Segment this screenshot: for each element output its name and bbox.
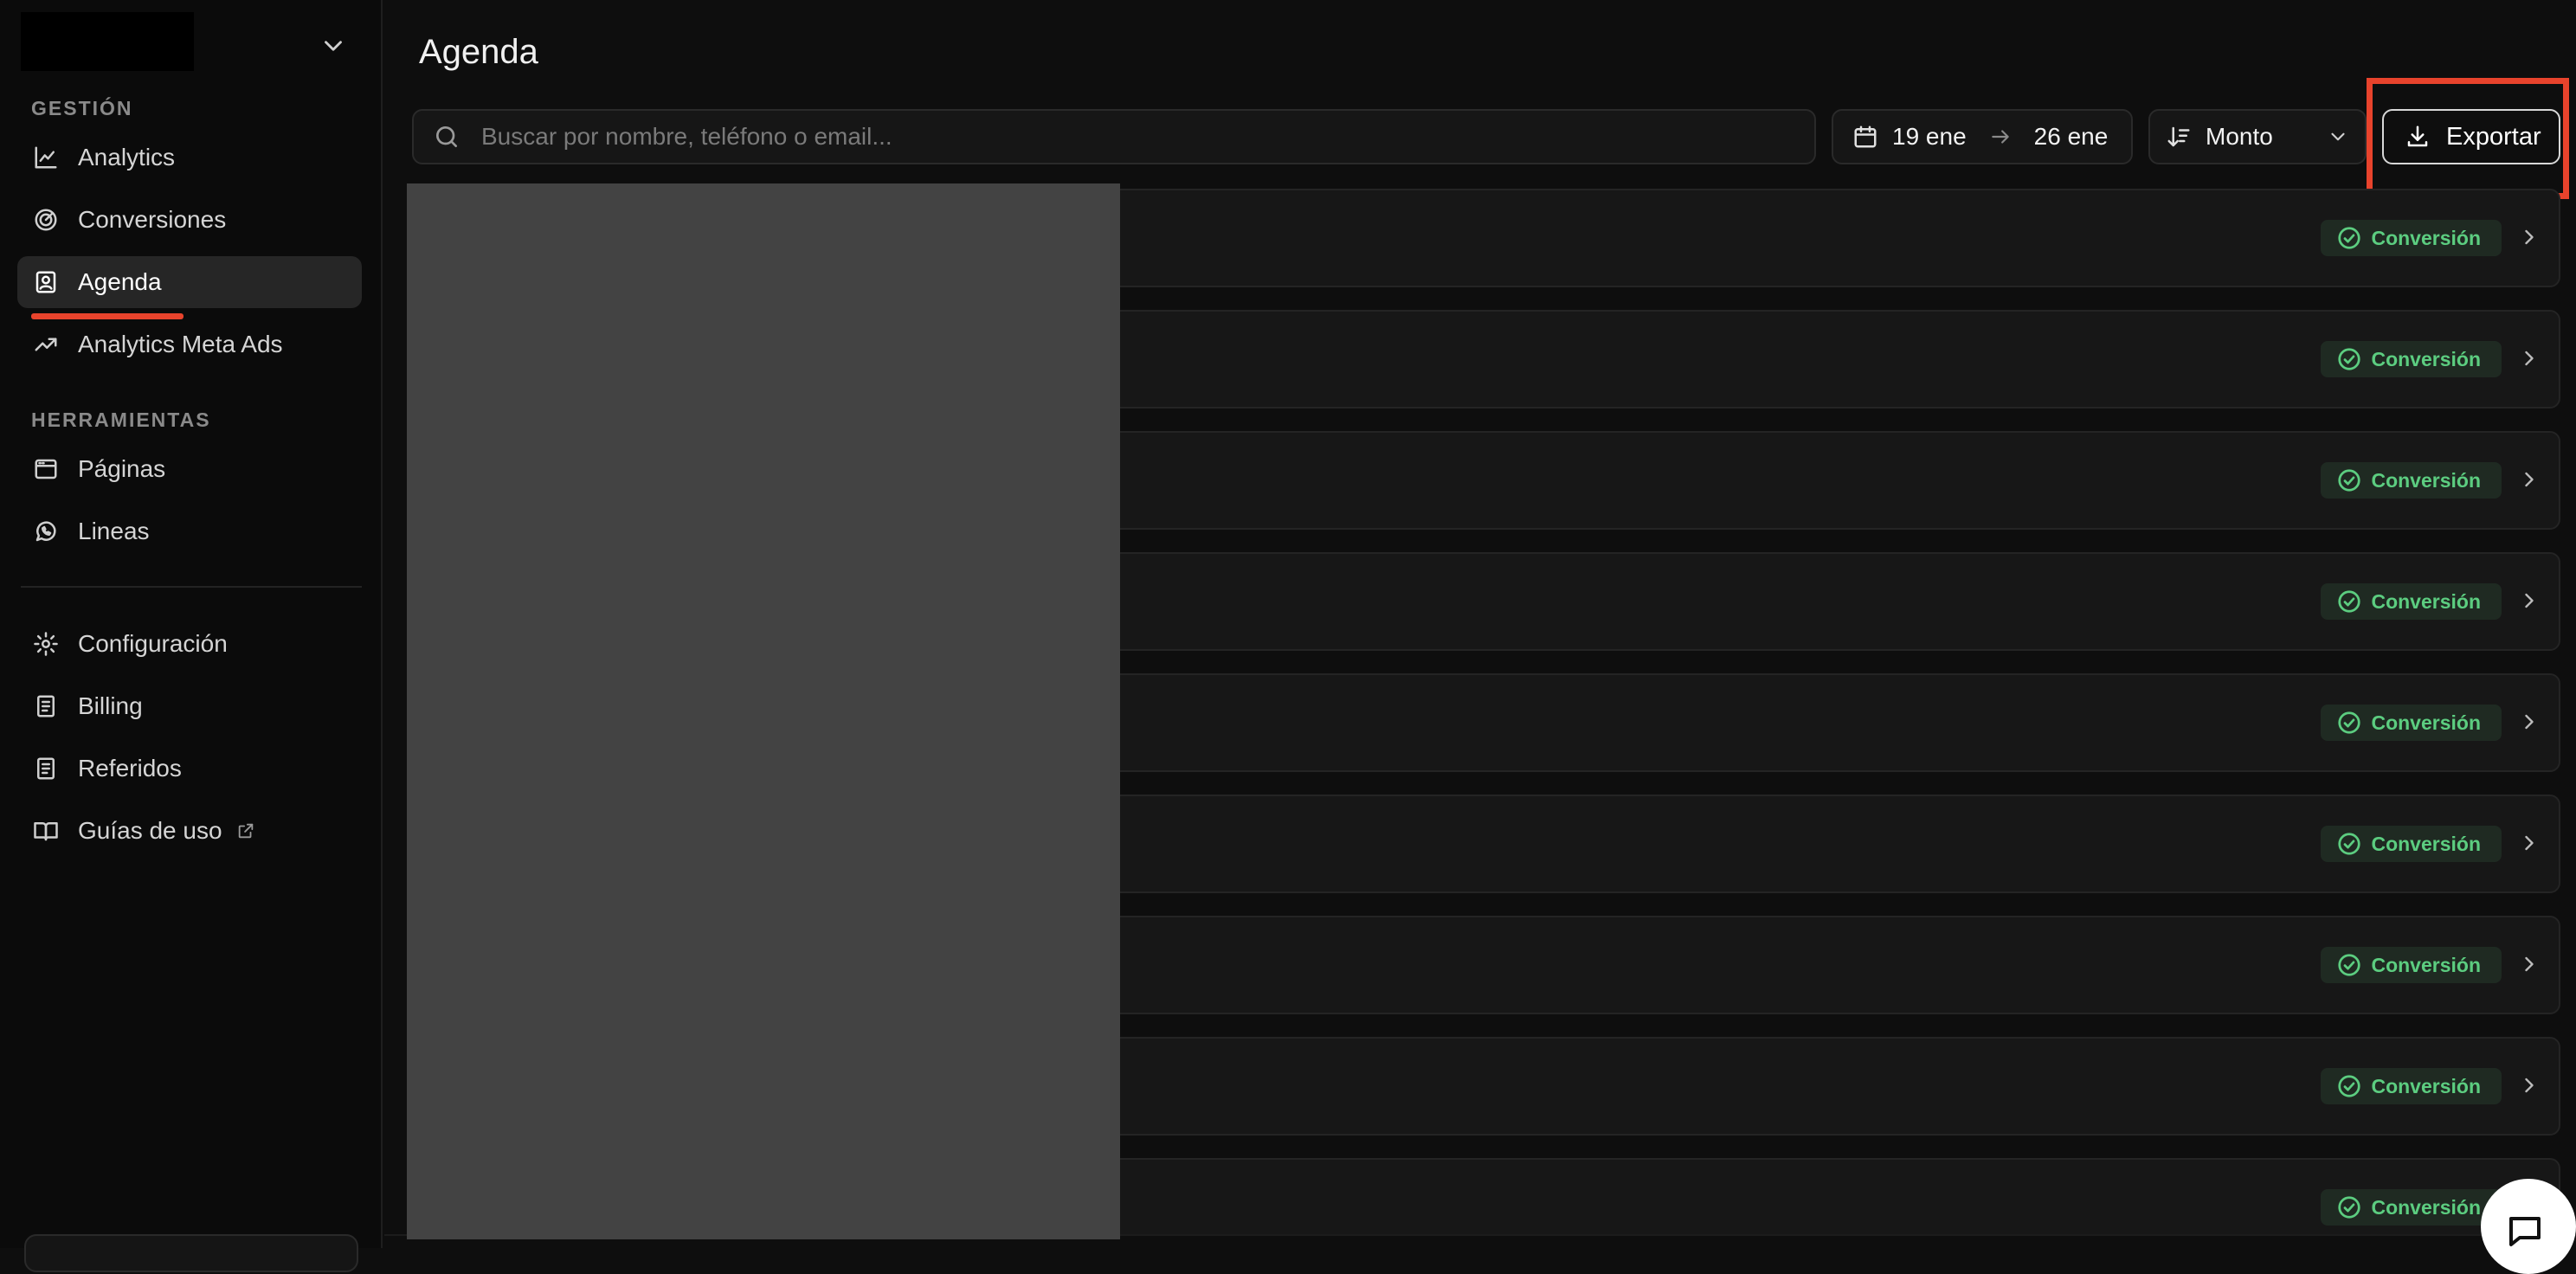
check-circle-icon bbox=[2338, 1196, 2361, 1219]
check-circle-icon bbox=[2338, 348, 2361, 370]
sidebar-item-conversiones[interactable]: Conversiones bbox=[17, 194, 362, 246]
book-icon bbox=[34, 822, 58, 841]
status-badge-label: Conversión bbox=[2371, 468, 2481, 492]
sidebar-item-label: Analytics bbox=[78, 144, 176, 171]
contact-book-icon bbox=[35, 271, 56, 293]
check-circle-icon bbox=[2338, 469, 2361, 492]
sidebar-item-label: Conversiones bbox=[78, 206, 227, 233]
chevron-right-icon bbox=[2525, 593, 2534, 608]
chevron-right-icon bbox=[2525, 714, 2534, 730]
whatsapp-icon bbox=[35, 521, 56, 542]
sidebar-item-agenda[interactable]: Agenda bbox=[17, 256, 362, 308]
status-badge-label: Conversión bbox=[2371, 1195, 2481, 1219]
status-badge: Conversión bbox=[2321, 1189, 2502, 1226]
calendar-icon bbox=[1854, 125, 1877, 148]
search-bar[interactable] bbox=[412, 109, 1816, 164]
chevron-down-icon[interactable] bbox=[319, 31, 348, 61]
status-badge-label: Conversión bbox=[2371, 953, 2481, 976]
chevron-right-icon bbox=[2525, 472, 2534, 487]
status-badge: Conversión bbox=[2321, 462, 2502, 499]
date-to: 26 ene bbox=[2033, 123, 2109, 150]
check-circle-icon bbox=[2338, 954, 2361, 976]
sidebar-item-analytics[interactable]: Analytics bbox=[17, 132, 362, 183]
sidebar-divider bbox=[21, 586, 362, 588]
sidebar-item-lineas[interactable]: Lineas bbox=[17, 505, 362, 557]
chat-bubble-icon bbox=[2509, 1217, 2541, 1246]
sidebar-item-label: Configuración bbox=[78, 630, 228, 657]
gear-icon bbox=[34, 632, 58, 656]
chevron-right-icon bbox=[2525, 229, 2534, 245]
sidebar-item-label: Billing bbox=[78, 692, 143, 719]
chevron-right-icon bbox=[2525, 956, 2534, 972]
status-badge-label: Conversión bbox=[2371, 226, 2481, 249]
receipt-icon bbox=[37, 695, 55, 717]
date-from: 19 ene bbox=[1892, 123, 1967, 150]
chevron-right-icon bbox=[2525, 351, 2534, 366]
sidebar-item-label: Referidos bbox=[78, 755, 182, 782]
check-circle-icon bbox=[2338, 590, 2361, 613]
sidebar-footer-card[interactable] bbox=[24, 1234, 358, 1272]
status-badge: Conversión bbox=[2321, 220, 2502, 256]
sidebar-item-paginas[interactable]: Páginas bbox=[17, 443, 362, 495]
redacted-area bbox=[407, 183, 1120, 1239]
page-title: Agenda bbox=[419, 33, 538, 71]
sidebar-item-guias-de-uso[interactable]: Guías de uso bbox=[17, 805, 362, 857]
search-icon bbox=[435, 126, 457, 147]
sidebar-item-label: Analytics Meta Ads bbox=[78, 331, 283, 357]
status-badge-label: Conversión bbox=[2371, 1074, 2481, 1097]
sidebar-item-billing[interactable]: Billing bbox=[17, 680, 362, 732]
browser-window-icon bbox=[35, 459, 57, 479]
chat-button[interactable] bbox=[2481, 1179, 2576, 1274]
section-label-gestion: GESTIÓN bbox=[31, 97, 133, 119]
sidebar-item-label: Páginas bbox=[78, 455, 166, 482]
sort-descending-icon bbox=[2167, 126, 2190, 147]
sidebar-item-analytics-meta-ads[interactable]: Analytics Meta Ads bbox=[17, 318, 362, 370]
annotation-highlight-box bbox=[2367, 78, 2569, 199]
receipt-icon bbox=[37, 757, 55, 780]
search-input[interactable] bbox=[480, 122, 1814, 151]
date-range-picker[interactable]: 19 ene 26 ene bbox=[1832, 109, 2133, 164]
chevron-down-icon bbox=[2331, 132, 2345, 141]
section-label-herramientas: HERRAMIENTAS bbox=[31, 409, 211, 431]
status-badge: Conversión bbox=[2321, 341, 2502, 377]
sidebar-item-label: Agenda bbox=[78, 268, 162, 295]
sidebar-item-label: Lineas bbox=[78, 518, 150, 544]
status-badge-label: Conversión bbox=[2371, 589, 2481, 613]
sort-select[interactable]: Monto bbox=[2148, 109, 2367, 164]
external-link-icon bbox=[238, 823, 253, 839]
chevron-right-icon bbox=[2525, 835, 2534, 851]
organization-logo-redacted[interactable] bbox=[21, 12, 194, 71]
line-chart-icon bbox=[35, 146, 57, 169]
status-badge: Conversión bbox=[2321, 1068, 2502, 1104]
check-circle-icon bbox=[2338, 1075, 2361, 1097]
sidebar-item-configuracion[interactable]: Configuración bbox=[17, 618, 362, 670]
status-badge: Conversión bbox=[2321, 947, 2502, 983]
sort-value: Monto bbox=[2206, 123, 2273, 150]
status-badge: Conversión bbox=[2321, 826, 2502, 862]
chevron-right-icon bbox=[2525, 1078, 2534, 1093]
sidebar-item-label: Guías de uso bbox=[78, 817, 222, 844]
trending-up-icon bbox=[35, 338, 57, 351]
status-badge-label: Conversión bbox=[2371, 711, 2481, 734]
check-circle-icon bbox=[2338, 711, 2361, 734]
sidebar: GESTIÓN Analytics Conversiones Agenda An… bbox=[0, 0, 383, 1272]
sidebar-item-referidos[interactable]: Referidos bbox=[17, 743, 362, 795]
status-badge: Conversión bbox=[2321, 583, 2502, 620]
status-badge: Conversión bbox=[2321, 705, 2502, 741]
check-circle-icon bbox=[2338, 227, 2361, 249]
status-badge-label: Conversión bbox=[2371, 347, 2481, 370]
status-badge-label: Conversión bbox=[2371, 832, 2481, 855]
target-icon bbox=[35, 209, 57, 231]
arrow-right-icon bbox=[1991, 130, 2009, 144]
check-circle-icon bbox=[2338, 833, 2361, 855]
